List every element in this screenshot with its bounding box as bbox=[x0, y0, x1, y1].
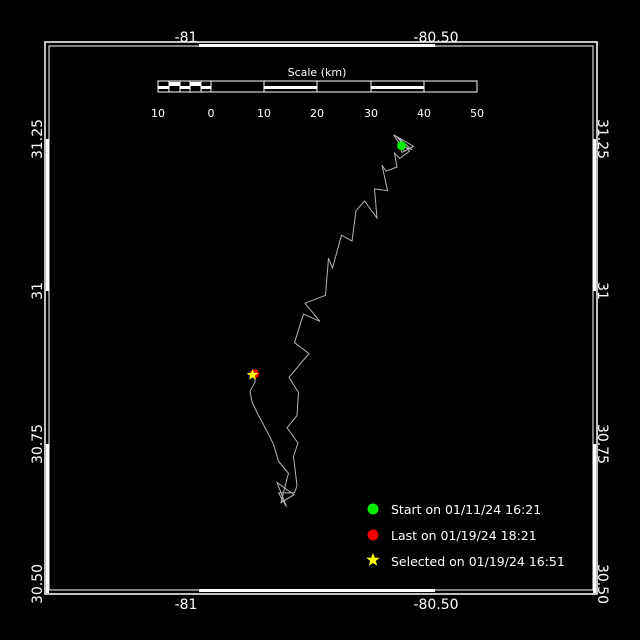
scale-label-0: 10 bbox=[151, 107, 165, 120]
scale-bar: Scale (km) 10 0 10 20 30 40 50 bbox=[151, 66, 484, 120]
scale-label-4: 30 bbox=[364, 107, 378, 120]
frame-top-segment bbox=[199, 44, 435, 47]
lat-label-left-4: 30.50 bbox=[30, 564, 46, 604]
scale-fills bbox=[158, 82, 424, 89]
scale-label-3: 20 bbox=[310, 107, 324, 120]
legend: Start on 01/11/24 16:21 Last on 01/19/24… bbox=[366, 502, 565, 569]
lon-label-bottom-1: -81 bbox=[175, 597, 198, 613]
lat-label-right-2: 31 bbox=[594, 282, 610, 300]
scale-label-2: 10 bbox=[257, 107, 271, 120]
lat-label-left-2: 31 bbox=[30, 282, 46, 300]
legend-selected-star-icon bbox=[366, 553, 380, 566]
map-canvas: -81 -80.50 -81 -80.50 31.25 31 30.75 30.… bbox=[30, 30, 610, 613]
legend-start-label: Start on 01/11/24 16:21 bbox=[391, 502, 541, 517]
start-marker[interactable] bbox=[397, 141, 406, 151]
legend-start-marker bbox=[367, 503, 379, 515]
lat-label-left-3: 30.75 bbox=[30, 424, 46, 464]
lat-label-right-4: 30.50 bbox=[594, 564, 610, 604]
legend-last-marker bbox=[367, 529, 379, 541]
animal-track-line bbox=[249, 134, 415, 508]
legend-last-label: Last on 01/19/24 18:21 bbox=[391, 528, 537, 543]
lon-label-bottom-2: -80.50 bbox=[413, 597, 458, 613]
legend-selected-label: Selected on 01/19/24 16:51 bbox=[391, 554, 565, 569]
lat-label-left-1: 31.25 bbox=[30, 119, 46, 159]
scale-label-5: 40 bbox=[417, 107, 431, 120]
lon-label-top-2: -80.50 bbox=[413, 30, 458, 46]
frame-left-segment-2 bbox=[46, 444, 49, 593]
scale-title: Scale (km) bbox=[288, 66, 347, 79]
lat-label-right-1: 31.25 bbox=[594, 119, 610, 159]
lat-label-right-3: 30.75 bbox=[594, 424, 610, 464]
frame-bottom-segment bbox=[199, 589, 435, 592]
frame-left-segment-1 bbox=[46, 139, 49, 291]
scale-label-6: 50 bbox=[470, 107, 484, 120]
frame-right-segment-1 bbox=[593, 139, 596, 291]
lon-label-top-1: -81 bbox=[175, 30, 198, 46]
scale-label-1: 0 bbox=[208, 107, 215, 120]
